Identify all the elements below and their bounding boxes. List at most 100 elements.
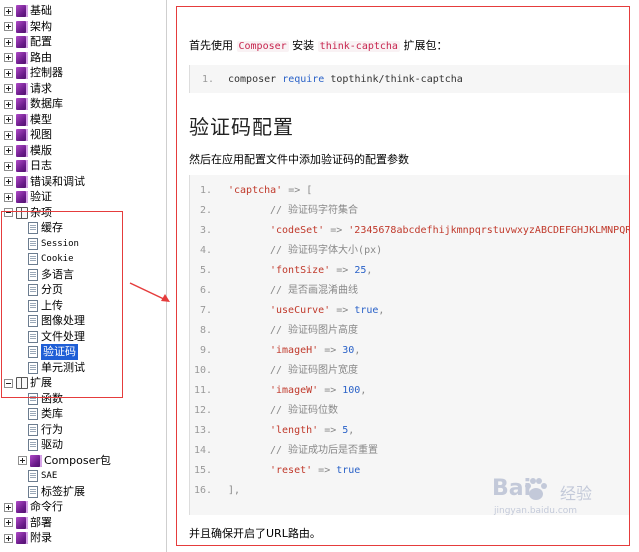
tree-item[interactable]: 视图: [4, 127, 52, 143]
line-number: 10.: [193, 365, 212, 376]
line-number: 7.: [199, 305, 212, 316]
code-text: 'imageW' => 100,: [270, 385, 367, 396]
line-number: 8.: [199, 325, 212, 336]
expand-icon[interactable]: [4, 146, 13, 155]
tree-item[interactable]: 控制器: [4, 65, 63, 81]
config-description: 然后在应用配置文件中添加验证码的配置参数: [189, 153, 409, 166]
code-text: ],: [228, 485, 241, 496]
tree-item[interactable]: 配置: [4, 34, 52, 50]
code-text: // 验证码字体大小(px): [270, 245, 383, 256]
expand-icon[interactable]: [4, 37, 13, 47]
page-icon: [28, 485, 38, 498]
tree-item-label: 行为: [41, 422, 63, 436]
line-number: 4.: [199, 245, 212, 256]
line-number: 3.: [199, 225, 212, 236]
line-number: 1.: [199, 185, 212, 196]
line-number: 2.: [199, 205, 212, 216]
expand-icon[interactable]: [4, 161, 13, 171]
tree-item[interactable]: 错误和调试: [4, 174, 85, 190]
tree-item[interactable]: 路由: [4, 50, 52, 66]
line-number: 12.: [193, 405, 212, 416]
expand-icon[interactable]: [4, 68, 13, 78]
install-intro: 首先使用 Composer 安装 think-captcha 扩展包：: [189, 37, 447, 53]
footer-note: 并且确保开启了URL路由。: [189, 527, 321, 540]
tree-item-label: 基础: [30, 4, 52, 17]
install-command-block: 1. composer require topthink/think-captc…: [189, 65, 629, 93]
paw-logo-icon: [525, 478, 547, 500]
intro-text-before: 首先使用: [189, 39, 237, 52]
tree-item-label: 模版: [30, 143, 52, 157]
book-icon: [16, 82, 28, 95]
tree-item[interactable]: 模型: [4, 112, 52, 128]
expand-icon[interactable]: [18, 456, 27, 465]
tree-item[interactable]: 部署: [4, 515, 52, 531]
tree-item[interactable]: 驱动: [28, 437, 63, 453]
tree-item[interactable]: SAE: [28, 468, 57, 484]
tree-item[interactable]: 请求: [4, 81, 52, 97]
tree-item[interactable]: 行为: [28, 422, 63, 438]
tree-item[interactable]: 架构: [4, 19, 52, 35]
tree-item-label: 标签扩展: [41, 484, 85, 498]
expand-icon[interactable]: [4, 53, 13, 62]
line-number: 9.: [199, 345, 212, 356]
install-command: composer require topthink/think-captcha: [228, 74, 463, 85]
book-icon: [16, 98, 28, 110]
book-icon: [16, 160, 28, 172]
page-icon: [28, 408, 38, 420]
tree-item-label: 附录: [30, 531, 52, 544]
article-content: 首先使用 Composer 安装 think-captcha 扩展包： 1. c…: [176, 6, 630, 546]
expand-icon[interactable]: [4, 130, 13, 140]
expand-icon[interactable]: [4, 533, 13, 543]
expand-icon[interactable]: [4, 6, 13, 16]
watermark-brand-cn: 经验: [560, 484, 593, 503]
tree-item[interactable]: 模版: [4, 143, 52, 159]
tree-item[interactable]: 基础: [4, 3, 52, 19]
tree-item[interactable]: 数据库: [4, 96, 63, 112]
expand-icon[interactable]: [4, 84, 13, 93]
baidu-watermark: Bai 经验 jingyan.baidu.com: [492, 476, 632, 548]
tree-item[interactable]: 验证: [4, 189, 52, 205]
tree-item-label: 架构: [30, 19, 52, 33]
tree-item[interactable]: 日志: [4, 158, 52, 174]
tree-item[interactable]: 附录: [4, 530, 52, 546]
package-code: think-captcha: [317, 41, 400, 52]
tree-item[interactable]: Composer包: [18, 453, 111, 469]
tree-item[interactable]: 标签扩展: [28, 484, 85, 500]
code-text: 'fontSize' => 25,: [270, 265, 373, 276]
line-number: 15.: [193, 465, 212, 476]
line-number: 11.: [193, 385, 212, 396]
code-text: 'imageH' => 30,: [270, 345, 361, 356]
code-text: // 验证码图片宽度: [270, 365, 359, 376]
tree-item-label: 数据库: [30, 97, 63, 110]
book-icon: [16, 191, 28, 203]
code-text: // 是否画混淆曲线: [270, 285, 359, 296]
code-text: 'codeSet' => '2345678abcdefhijkmnpqrstuv…: [270, 225, 630, 236]
tree-item-label: 部署: [30, 515, 52, 529]
tree-item-label: 类库: [41, 407, 63, 420]
tree-item-label: 配置: [30, 35, 52, 48]
tree-item-label: 命令行: [30, 500, 63, 513]
code-text: 'captcha' => [: [228, 185, 313, 196]
book-icon: [30, 454, 42, 467]
expand-icon[interactable]: [4, 518, 13, 527]
tree-item-label: 路由: [30, 50, 52, 64]
expand-icon[interactable]: [4, 22, 13, 31]
code-text: 'useCurve' => true,: [270, 305, 385, 316]
tree-item[interactable]: 命令行: [4, 499, 63, 515]
code-text: 'reset' => true: [270, 465, 361, 476]
expand-icon[interactable]: [4, 502, 13, 512]
code-text: // 验证码字符集合: [270, 205, 359, 216]
expand-icon[interactable]: [4, 99, 13, 109]
tree-item-label: Composer包: [44, 453, 111, 467]
book-icon: [16, 516, 28, 529]
annotation-highlight-box: [1, 211, 123, 398]
tree-item-label: 模型: [30, 112, 52, 126]
expand-icon[interactable]: [4, 177, 13, 186]
line-number: 13.: [193, 425, 212, 436]
intro-text-mid: 安装: [288, 39, 318, 52]
expand-icon[interactable]: [4, 115, 13, 124]
tree-item[interactable]: 类库: [28, 406, 63, 422]
tree-item-label: 视图: [30, 128, 52, 141]
config-code-block: 1. 'captcha' => [ 2. // 验证码字符集合 3. 'codeSet' …: [189, 175, 629, 515]
expand-icon[interactable]: [4, 192, 13, 202]
